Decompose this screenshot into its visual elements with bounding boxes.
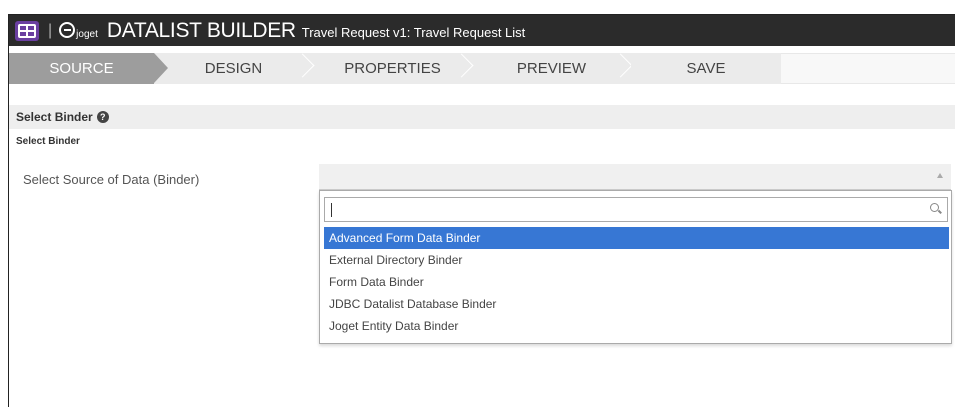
page-subtitle: Travel Request v1: Travel Request List [301,25,526,40]
joget-logo-icon [59,21,76,38]
logo-text: joget [76,28,98,40]
binder-option[interactable]: External Directory Binder [324,249,949,271]
binder-search-input[interactable] [324,197,948,222]
step-properties-label: PROPERTIES [344,60,441,77]
search-icon [930,203,939,212]
section-title: Select Binder [16,110,93,124]
builder-frame: | joget DATALIST BUILDER Travel Request … [8,14,955,407]
binder-option[interactable]: Form Data Binder [324,271,949,293]
binder-select[interactable] [319,164,951,190]
step-source-label: SOURCE [49,60,114,77]
binder-option[interactable]: JDBC Datalist Database Binder [324,293,949,315]
caret-up-icon [937,173,943,178]
steps-filler [781,53,955,84]
binder-field-label: Select Source of Data (Binder) [23,172,200,187]
step-preview-label: PREVIEW [516,60,587,77]
binder-option[interactable]: Joget Entity Data Binder [324,315,949,337]
step-properties[interactable]: PROPERTIES [313,53,472,84]
app-grid-icon[interactable] [15,20,39,41]
joget-logo: joget [59,21,98,40]
page-title: DATALIST BUILDER [106,18,296,42]
binder-options-list: Advanced Form Data Binder External Direc… [324,227,949,337]
step-save[interactable]: SAVE [631,53,781,84]
chevron-right-icon [458,53,472,84]
header-bar: | joget DATALIST BUILDER Travel Request … [9,15,955,46]
header-separator: | [48,21,53,39]
chevron-right-icon [299,53,313,84]
sub-label: Select Binder [16,136,80,147]
section-header: Select Binder ? [9,105,955,129]
binder-option[interactable]: Advanced Form Data Binder [324,227,949,249]
step-save-label: SAVE [686,60,726,77]
step-design-label: DESIGN [204,60,263,77]
help-icon[interactable]: ? [96,111,109,123]
chevron-right-icon [617,53,631,84]
step-source[interactable]: SOURCE [9,53,168,84]
step-design[interactable]: DESIGN [154,53,313,84]
binder-dropdown: Advanced Form Data Binder External Direc… [319,190,952,344]
text-cursor [331,203,332,217]
step-preview[interactable]: PREVIEW [472,53,631,84]
builder-steps: SOURCE DESIGN PROPERTIES PREVIEW SAVE [9,53,955,84]
